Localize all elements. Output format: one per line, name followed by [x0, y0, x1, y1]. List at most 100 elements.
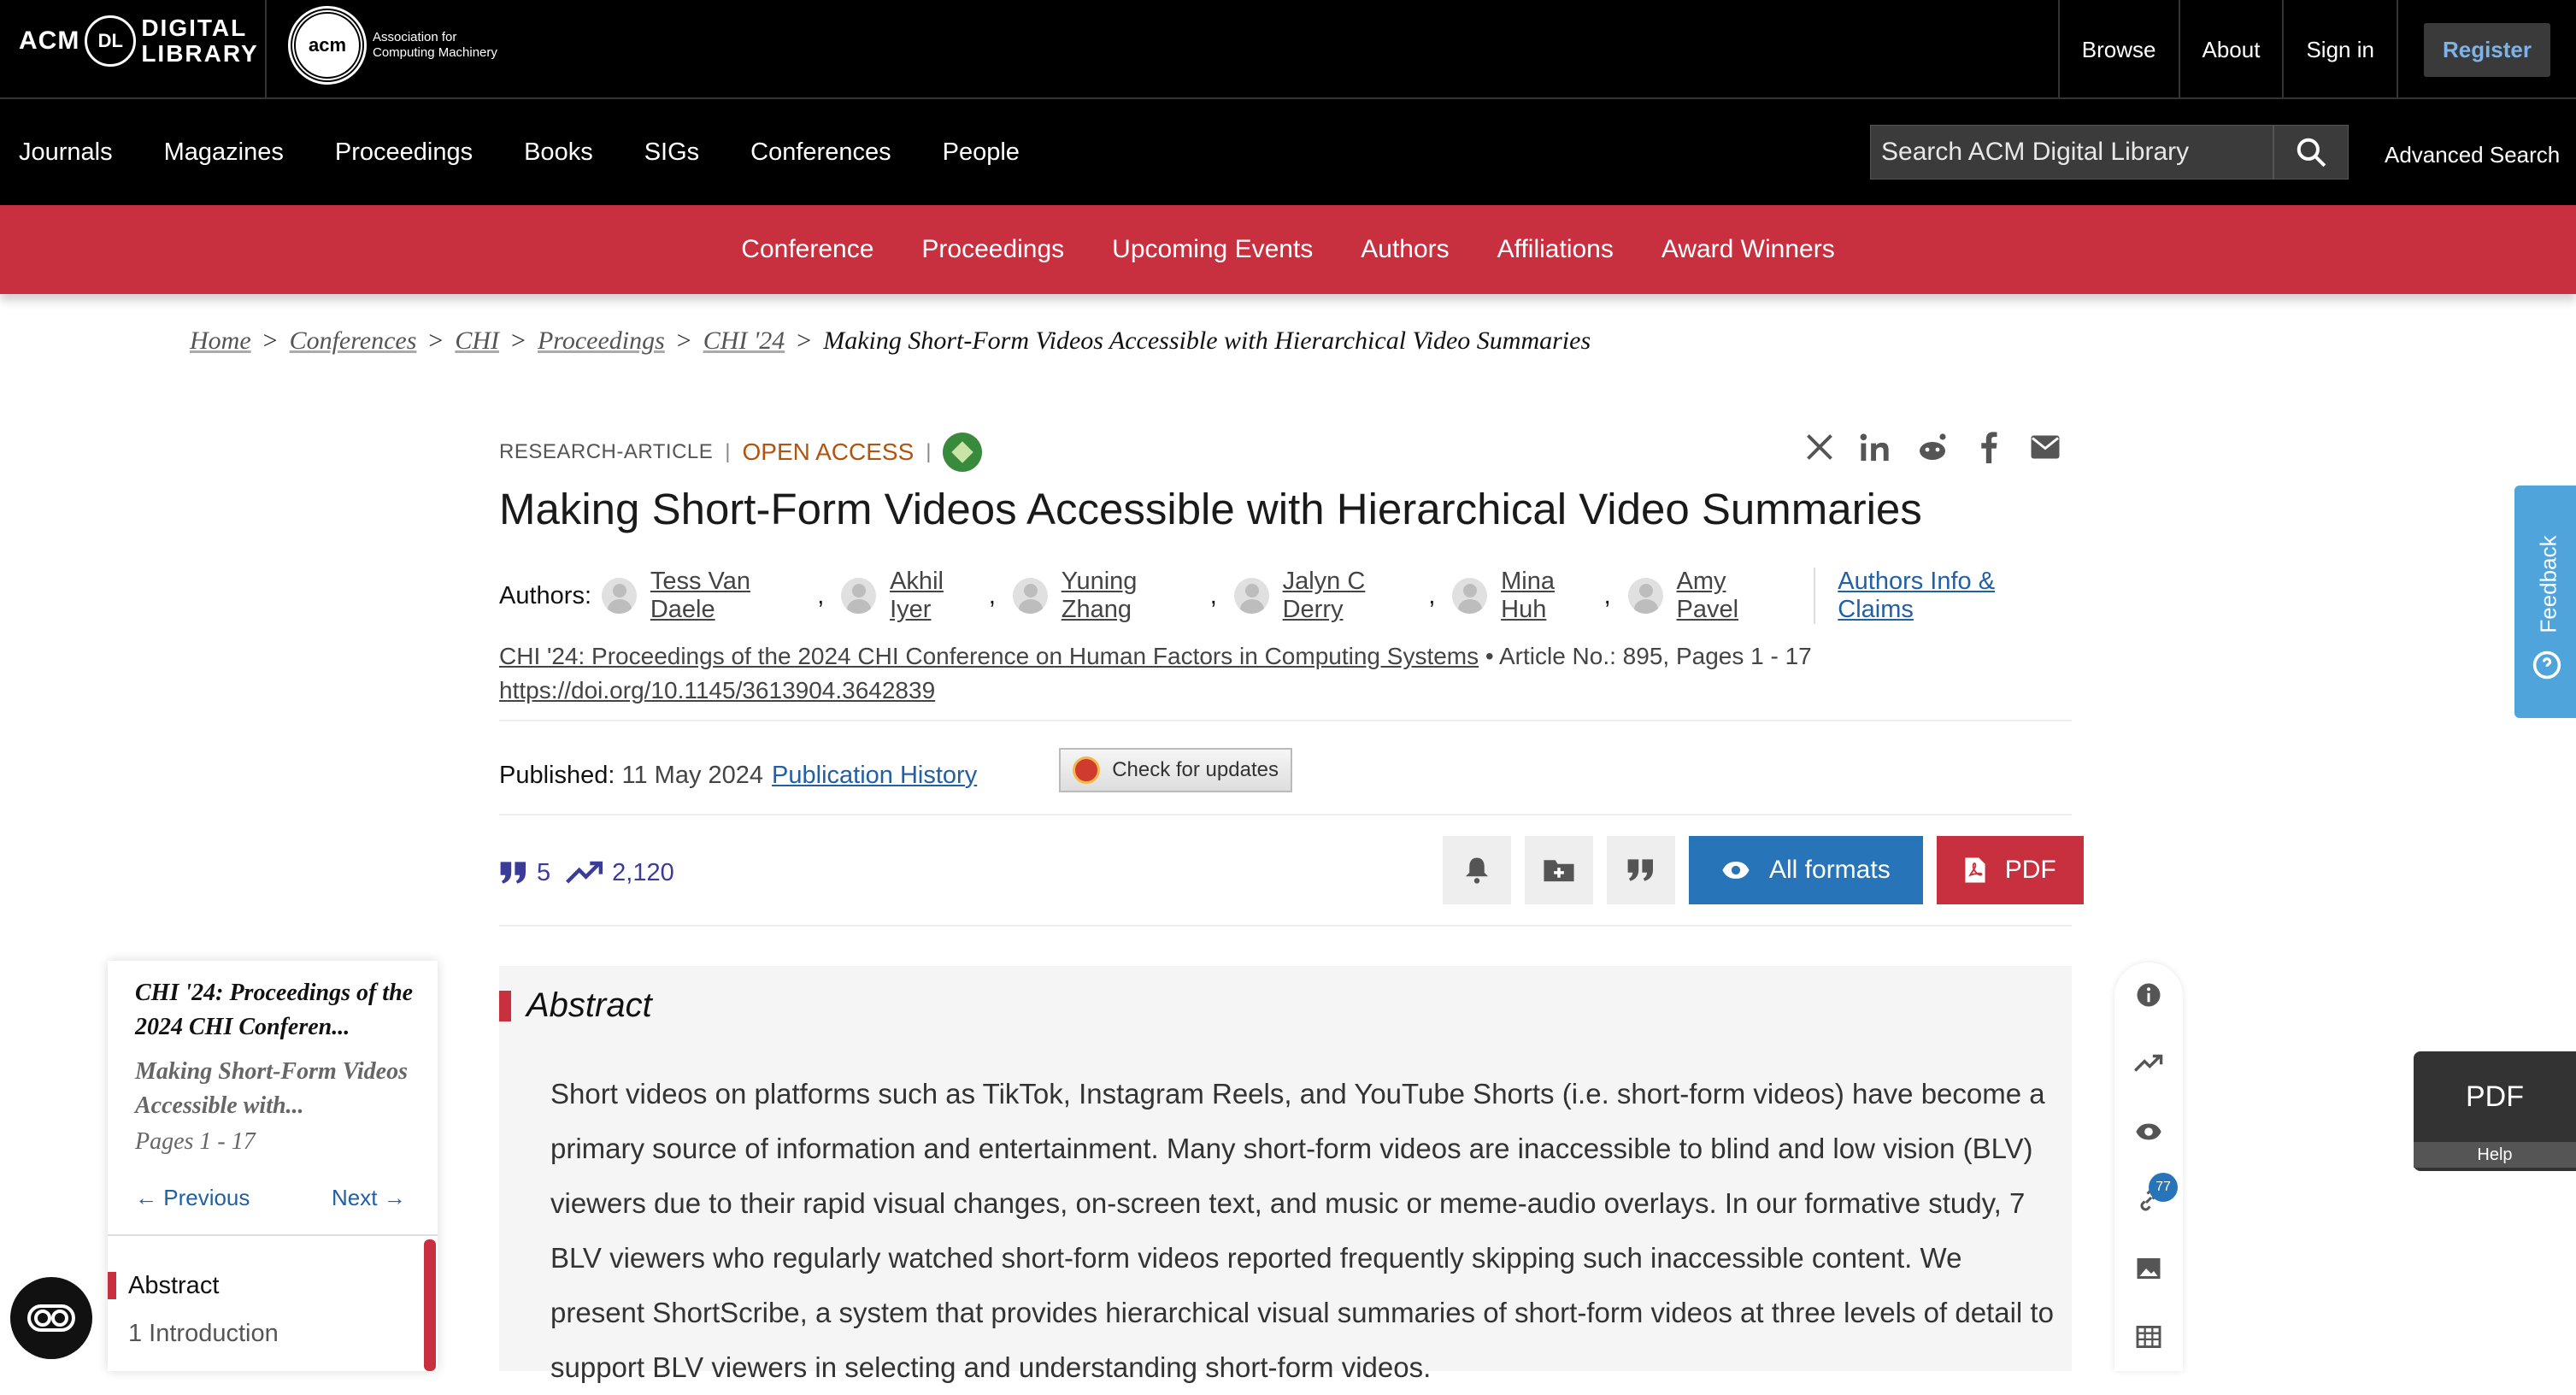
artifact-badge-icon[interactable]: [943, 433, 983, 472]
advanced-search-link[interactable]: Advanced Search: [2385, 142, 2560, 168]
feedback-label: Feedback: [2535, 535, 2561, 633]
cite-button[interactable]: [1607, 836, 1675, 904]
breadcrumb-chi[interactable]: CHI: [455, 327, 499, 356]
check-for-updates-button[interactable]: Check for updates: [1059, 748, 1292, 792]
info-icon[interactable]: [2132, 978, 2166, 1012]
search-input[interactable]: [1871, 126, 2273, 179]
section-marker: [499, 990, 511, 1021]
proceedings-link[interactable]: CHI '24: Proceedings of the 2024 CHI Con…: [499, 643, 1479, 669]
author-name[interactable]: Jalyn C Derry: [1283, 568, 1429, 624]
nav-sigs[interactable]: SIGs: [644, 138, 699, 167]
conf-nav-proceedings[interactable]: Proceedings: [921, 235, 1064, 264]
logo-acm-text: ACM: [19, 26, 80, 55]
nav-people[interactable]: People: [943, 138, 1020, 167]
pdf-help-widget[interactable]: PDF Help: [2414, 1051, 2576, 1171]
divider: [265, 0, 267, 99]
acm-circle-mark: acm: [288, 6, 367, 85]
published-label: Published: [499, 761, 609, 789]
author-item[interactable]: Amy Pavel: [1618, 568, 1792, 624]
x-twitter-icon[interactable]: [1802, 429, 1838, 465]
feedback-tab[interactable]: Feedback: [2514, 486, 2576, 718]
breadcrumb-sep: >: [511, 327, 526, 355]
tag-sep: |: [725, 440, 731, 463]
toc-item-introduction[interactable]: 1 Introduction: [128, 1320, 279, 1348]
toc-proceedings-title[interactable]: CHI '24: Proceedings of the 2024 CHI Con…: [135, 976, 417, 1045]
breadcrumb-proceedings[interactable]: Proceedings: [538, 327, 665, 356]
avatar: [1452, 578, 1488, 614]
avatar: [602, 578, 637, 614]
doi-link[interactable]: https://doi.org/10.1145/3613904.3642839: [499, 677, 935, 703]
alert-button[interactable]: [1443, 836, 1511, 904]
conf-nav-upcoming-events[interactable]: Upcoming Events: [1112, 235, 1313, 264]
trending-up-icon[interactable]: [2132, 1046, 2166, 1080]
published-row: Published: 11 May 2024 Publication Histo…: [499, 737, 2072, 815]
logo-dl-text: DIGITAL LIBRARY: [141, 15, 258, 67]
avatar: [1012, 578, 1048, 614]
register-button[interactable]: Register: [2423, 22, 2550, 77]
sign-in-link[interactable]: Sign in: [2282, 0, 2397, 99]
about-link[interactable]: About: [2178, 0, 2283, 99]
nav-magazines[interactable]: Magazines: [164, 138, 284, 167]
conf-nav-affiliations[interactable]: Affiliations: [1497, 235, 1614, 264]
search-button[interactable]: [2273, 126, 2348, 179]
author-item[interactable]: Tess Van Daele,: [591, 568, 824, 624]
conf-nav-conference[interactable]: Conference: [741, 235, 873, 264]
arrow-right-icon: →: [377, 1185, 406, 1210]
breadcrumb-current: Making Short-Form Videos Accessible with…: [823, 327, 1591, 355]
abstract-text: Short videos on platforms such as TikTok…: [550, 1078, 2054, 1383]
breadcrumb-chi24[interactable]: CHI '24: [703, 327, 785, 356]
nav-journals[interactable]: Journals: [19, 138, 113, 167]
accessibility-widget-button[interactable]: [10, 1277, 92, 1359]
nav-proceedings[interactable]: Proceedings: [335, 138, 473, 167]
author-item[interactable]: Yuning Zhang,: [1003, 568, 1217, 624]
authors-info-claims-link[interactable]: Authors Info & Claims: [1814, 568, 2072, 624]
eye-icon: [1722, 862, 1750, 879]
previous-article-link[interactable]: ← Previous: [135, 1185, 250, 1211]
toc-item-abstract[interactable]: Abstract: [108, 1265, 219, 1306]
author-item[interactable]: Akhil Iyer,: [831, 568, 996, 624]
acm-dl-logo[interactable]: ACM DL DIGITAL LIBRARY: [19, 15, 259, 67]
author-item[interactable]: Mina Huh,: [1442, 568, 1611, 624]
all-formats-button[interactable]: All formats: [1689, 836, 1923, 904]
nav-books[interactable]: Books: [524, 138, 593, 167]
image-icon[interactable]: [2132, 1251, 2166, 1286]
breadcrumb-sep: >: [262, 327, 278, 355]
author-name[interactable]: Amy Pavel: [1677, 568, 1792, 624]
breadcrumb-sep: >: [428, 327, 444, 355]
facebook-icon[interactable]: [1971, 429, 2007, 465]
download-count[interactable]: 2,120: [566, 859, 674, 887]
table-icon[interactable]: [2132, 1320, 2166, 1354]
conf-nav-authors[interactable]: Authors: [1361, 235, 1449, 264]
folder-add-icon: [1544, 860, 1574, 882]
next-article-link[interactable]: Next →: [332, 1185, 406, 1211]
author-name[interactable]: Mina Huh: [1501, 568, 1604, 624]
linkedin-icon[interactable]: [1858, 429, 1894, 465]
browse-link[interactable]: Browse: [2057, 0, 2179, 99]
eye-icon[interactable]: [2132, 1115, 2166, 1149]
toc-scrollbar[interactable]: [424, 1239, 436, 1371]
dl-badge: DL: [85, 15, 137, 67]
all-formats-label: All formats: [1769, 856, 1891, 884]
citation-count[interactable]: 5: [499, 859, 550, 887]
pdf-button[interactable]: PDF: [1936, 836, 2084, 904]
conf-nav-award-winners[interactable]: Award Winners: [1661, 235, 1835, 264]
save-to-binder-button[interactable]: [1525, 836, 1593, 904]
breadcrumb-sep: >: [797, 327, 812, 355]
email-icon[interactable]: [2027, 429, 2063, 465]
abstract-heading-text: Abstract: [526, 986, 652, 1024]
nav-conferences[interactable]: Conferences: [750, 138, 891, 167]
breadcrumb-home[interactable]: Home: [190, 327, 251, 356]
active-marker: [108, 1272, 116, 1299]
author-name[interactable]: Tess Van Daele: [650, 568, 817, 624]
publication-history-link[interactable]: Publication History: [772, 762, 977, 790]
reddit-icon[interactable]: [1914, 429, 1950, 465]
article-title: Making Short-Form Videos Accessible with…: [499, 485, 1922, 533]
acm-logo[interactable]: acm Association for Computing Machinery: [288, 6, 497, 85]
toc-pages: Pages 1 - 17: [135, 1128, 256, 1155]
author-name[interactable]: Akhil Iyer: [890, 568, 989, 624]
author-name[interactable]: Yuning Zhang: [1062, 568, 1210, 624]
trending-up-icon: [566, 861, 603, 884]
author-item[interactable]: Jalyn C Derry,: [1224, 568, 1435, 624]
section-icon-rail: 77: [2114, 962, 2183, 1371]
breadcrumb-conferences[interactable]: Conferences: [290, 327, 417, 356]
